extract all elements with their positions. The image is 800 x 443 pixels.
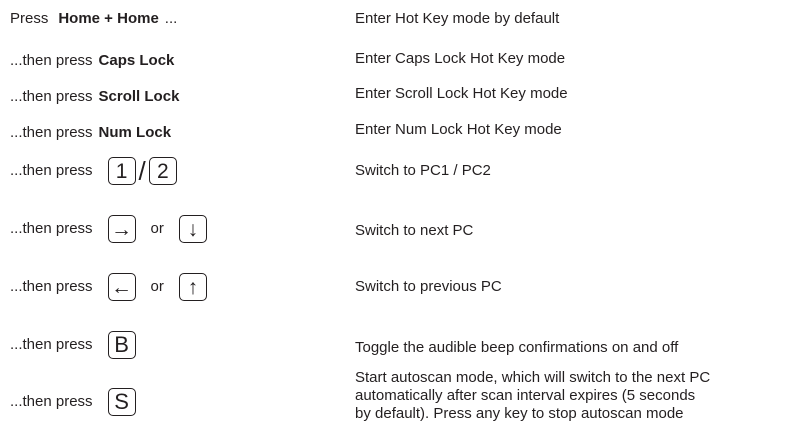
instruction-prefix: Press <box>10 10 49 27</box>
keycap-group: S <box>107 388 136 416</box>
description-line: by default). Press any key to stop autos… <box>355 405 684 422</box>
instruction-prefix: ...then press <box>10 162 93 179</box>
instruction-prefix: ...then press <box>10 124 93 141</box>
hotkey-description: Enter Caps Lock Hot Key mode <box>355 50 566 67</box>
hotkey-instruction: ...then press Caps Lock <box>10 52 174 70</box>
instruction-prefix: ...then press <box>10 278 93 295</box>
hotkey-instruction: ...then press Scroll Lock <box>10 88 179 106</box>
keycap-group: 1 / 2 <box>107 156 177 186</box>
instruction-suffix: ... <box>164 10 178 27</box>
hotkey-description: Start autoscan mode, which will switch t… <box>355 369 795 423</box>
hotkey-instruction: Press Home + Home ... <box>10 10 177 28</box>
arrow-right-icon: → <box>107 215 136 243</box>
hotkey-description: Switch to PC1 / PC2 <box>355 162 491 179</box>
instruction-prefix: ...then press <box>10 393 93 410</box>
key-caps-lock: Caps Lock <box>98 52 175 69</box>
hotkey-reference: Press Home + Home ... Enter Hot Key mode… <box>0 0 800 443</box>
key-combination: Home + Home <box>58 10 159 27</box>
instruction-prefix: ...then press <box>10 52 93 69</box>
hotkey-instruction: ...then press 1 / 2 <box>10 155 177 187</box>
hotkey-description: Switch to next PC <box>355 222 474 239</box>
hotkey-instruction: ...then press → or ↓ <box>10 213 207 245</box>
hotkey-description: Enter Num Lock Hot Key mode <box>355 121 562 138</box>
arrow-down-icon: ↓ <box>178 215 207 243</box>
hotkey-instruction: ...then press B <box>10 329 136 361</box>
description-line: automatically after scan interval expire… <box>355 387 696 404</box>
arrow-up-icon: ↑ <box>178 273 207 301</box>
key-separator: or <box>150 278 164 295</box>
key-scroll-lock: Scroll Lock <box>98 88 180 105</box>
hotkey-description: Toggle the audible beep confirmations on… <box>355 339 679 356</box>
hotkey-instruction: ...then press S <box>10 386 136 418</box>
key-separator: or <box>150 220 164 237</box>
key-num-lock: Num Lock <box>98 124 172 141</box>
keycap-group: ← or ↑ <box>107 273 207 301</box>
keycap-group: B <box>107 331 136 359</box>
hotkey-description: Switch to previous PC <box>355 278 502 295</box>
instruction-prefix: ...then press <box>10 336 93 353</box>
hotkey-description: Enter Scroll Lock Hot Key mode <box>355 85 568 102</box>
arrow-left-icon: ← <box>107 273 136 301</box>
key-b-icon: B <box>107 331 136 359</box>
instruction-prefix: ...then press <box>10 88 93 105</box>
key-2-icon: 2 <box>148 157 177 185</box>
instruction-prefix: ...then press <box>10 220 93 237</box>
hotkey-instruction: ...then press Num Lock <box>10 124 171 142</box>
hotkey-description: Enter Hot Key mode by default <box>355 10 560 27</box>
keycap-group: → or ↓ <box>107 215 207 243</box>
key-1-icon: 1 <box>107 157 136 185</box>
description-line: Start autoscan mode, which will switch t… <box>355 369 711 386</box>
hotkey-instruction: ...then press ← or ↑ <box>10 271 207 303</box>
key-separator: / <box>138 156 146 186</box>
key-s-icon: S <box>107 388 136 416</box>
